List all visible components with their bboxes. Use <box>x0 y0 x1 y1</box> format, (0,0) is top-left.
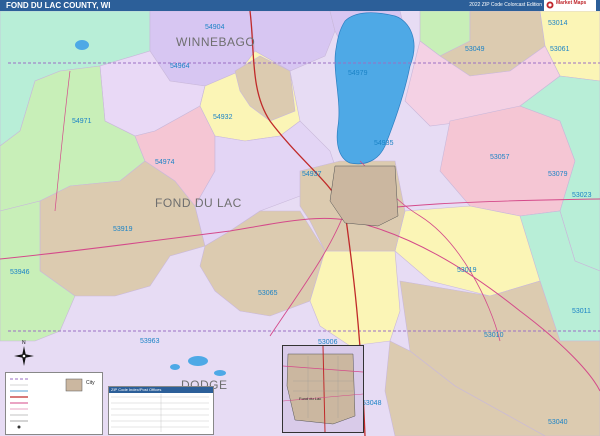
compass-north-label: N <box>22 340 26 346</box>
zip-label: 53049 <box>465 46 485 53</box>
zip-label: 53019 <box>457 267 477 274</box>
zip-label: 54937 <box>302 171 322 178</box>
zip-label: 53079 <box>548 171 568 178</box>
zip-label: 53946 <box>10 269 30 276</box>
zip-label: 53048 <box>362 400 382 407</box>
county-label-winnebago: WINNEBAGO <box>176 35 255 49</box>
zip-label: 54935 <box>374 140 394 147</box>
lake <box>214 370 226 376</box>
inset-graphic <box>283 346 363 432</box>
zip-label: 53014 <box>548 20 568 27</box>
zip-index-table: ZIP Code Index/Post Offices <box>108 386 214 435</box>
zip-label: 54979 <box>348 70 368 77</box>
zip-label: 53040 <box>548 419 568 426</box>
lake <box>75 40 89 50</box>
zip-label: 54964 <box>170 63 190 70</box>
brand-logo: Market Maps <box>544 0 596 11</box>
zip-label: 53065 <box>258 290 278 297</box>
header-bar: FOND DU LAC COUNTY, WI 2022 ZIP Code Col… <box>0 0 600 11</box>
brand-icon <box>546 1 554 9</box>
zip-label: 53023 <box>572 192 592 199</box>
brand-name: Market Maps <box>556 0 587 6</box>
table-lines <box>111 394 209 432</box>
zip-label: 53010 <box>484 332 504 339</box>
lake <box>188 356 208 366</box>
zip-label: 53057 <box>490 154 510 161</box>
zip-label: 54971 <box>72 118 92 125</box>
edition-label: 2022 ZIP Code Colorcast Edition <box>469 2 542 8</box>
map-frame: FOND DU LAC COUNTY, WI 2022 ZIP Code Col… <box>0 0 600 436</box>
county-label-fond-du-lac: FOND DU LAC <box>155 196 242 210</box>
inset-map: Fond du Lac <box>282 345 364 433</box>
zip-label: 54904 <box>205 24 225 31</box>
zip-label: 53919 <box>113 226 133 233</box>
zip-label: 54932 <box>213 114 233 121</box>
lake <box>170 364 180 370</box>
zip-label: 53061 <box>550 46 570 53</box>
inset-city-label: Fond du Lac <box>299 396 322 401</box>
map-title: FOND DU LAC COUNTY, WI <box>6 1 111 10</box>
legend-city-label: City <box>86 380 95 386</box>
zip-label: 53963 <box>140 338 160 345</box>
zip-label: 54974 <box>155 159 175 166</box>
zip-label: 53011 <box>572 308 591 315</box>
map-legend: City <box>5 372 103 435</box>
